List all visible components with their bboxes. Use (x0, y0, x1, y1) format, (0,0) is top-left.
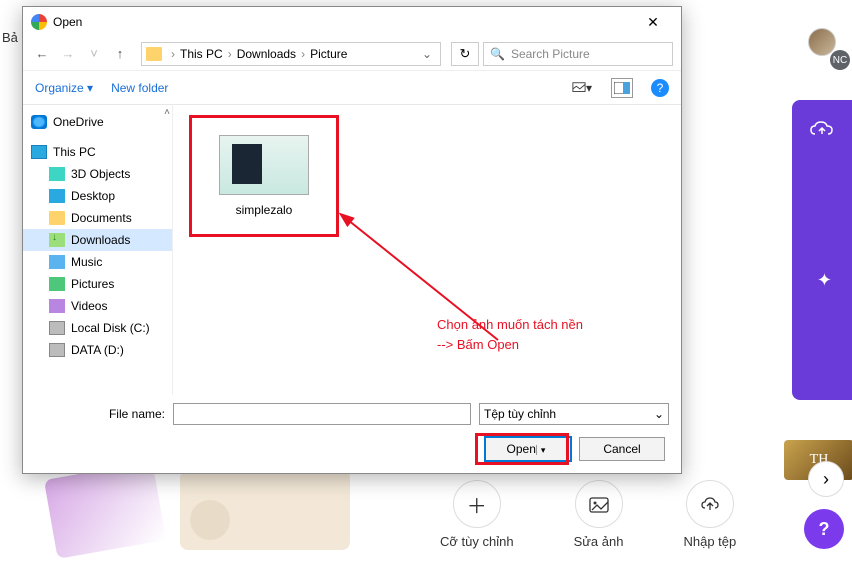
next-button[interactable]: › (808, 461, 844, 497)
tree-item-thispc[interactable]: This PC (23, 141, 172, 163)
avatar-initials-badge: NC (830, 50, 850, 70)
thumbnail-card[interactable] (180, 470, 350, 550)
cancel-button[interactable]: Cancel (579, 437, 665, 461)
filename-input[interactable] (173, 403, 471, 425)
close-button[interactable]: ✕ (633, 14, 673, 31)
folder-icon (146, 47, 162, 61)
custom-size-button[interactable]: ＋ (453, 480, 501, 528)
breadcrumb-segment[interactable]: Picture (310, 47, 347, 61)
tree-item-pictures[interactable]: Pictures (23, 273, 172, 295)
filename-label: File name: (35, 407, 165, 421)
open-button[interactable]: Open▾ (485, 437, 571, 461)
action-label: Cỡ tùy chỉnh (440, 534, 514, 549)
tree-item-desktop[interactable]: Desktop (23, 185, 172, 207)
breadcrumb-segment[interactable]: Downloads (237, 47, 296, 61)
scroll-up-icon[interactable]: ˄ (164, 107, 170, 118)
annotation-text: Chọn ảnh muốn tách nền --> Bấm Open (437, 315, 583, 354)
user-avatar[interactable]: NC (808, 28, 844, 64)
view-thumbnails-button[interactable]: ▾ (571, 78, 593, 98)
dialog-title: Open (53, 15, 633, 29)
new-folder-button[interactable]: New folder (111, 81, 168, 95)
thumbnail-card[interactable] (44, 461, 166, 559)
up-button[interactable]: ↑ (109, 43, 131, 65)
chrome-icon (31, 14, 47, 30)
refresh-button[interactable]: ↻ (451, 42, 479, 66)
tree-item-localdisk[interactable]: Local Disk (C:) (23, 317, 172, 339)
background-truncated-text: Bả (2, 30, 18, 45)
search-icon: 🔍 (490, 47, 505, 61)
chevron-down-icon[interactable]: ⌄ (418, 47, 436, 61)
open-file-dialog: Open ✕ ← → ˅ ↑ › This PC › Downloads › P… (22, 6, 682, 474)
search-input[interactable]: 🔍 Search Picture (483, 42, 673, 66)
edit-image-button[interactable] (575, 480, 623, 528)
help-fab-button[interactable]: ? (804, 509, 844, 549)
recent-locations-button[interactable]: ˅ (83, 43, 105, 65)
tree-item-datadisk[interactable]: DATA (D:) (23, 339, 172, 361)
file-thumbnail[interactable] (219, 135, 309, 195)
annotation-highlight-box: simplezalo (189, 115, 339, 237)
breadcrumb[interactable]: › This PC › Downloads › Picture ⌄ (141, 42, 441, 66)
preview-pane-button[interactable] (611, 78, 633, 98)
action-label: Nhập tệp (683, 534, 736, 549)
forward-button: → (57, 43, 79, 65)
folder-tree: ˄ OneDrive This PC 3D Objects Desktop Do… (23, 105, 173, 395)
import-file-button[interactable] (686, 480, 734, 528)
organize-menu[interactable]: Organize ▾ (35, 81, 93, 95)
tree-item-downloads[interactable]: Downloads (23, 229, 172, 251)
filetype-select[interactable]: Tệp tùy chỉnh⌄ (479, 403, 669, 425)
tree-item-3dobjects[interactable]: 3D Objects (23, 163, 172, 185)
tree-item-videos[interactable]: Videos (23, 295, 172, 317)
search-placeholder: Search Picture (511, 47, 590, 61)
back-button[interactable]: ← (31, 43, 53, 65)
side-panel: ✦ (792, 100, 852, 400)
tree-item-documents[interactable]: Documents (23, 207, 172, 229)
breadcrumb-segment[interactable]: This PC (180, 47, 223, 61)
tree-item-onedrive[interactable]: OneDrive (23, 111, 172, 133)
file-list-area[interactable]: simplezalo Chọn ảnh muốn tách nền --> Bấ… (173, 105, 681, 395)
sparkle-icon: ✦ (817, 270, 832, 291)
action-label: Sửa ảnh (574, 534, 624, 549)
tree-item-music[interactable]: Music (23, 251, 172, 273)
help-button[interactable]: ? (651, 79, 669, 97)
cloud-upload-icon[interactable] (792, 120, 852, 146)
file-name-label[interactable]: simplezalo (236, 203, 293, 217)
